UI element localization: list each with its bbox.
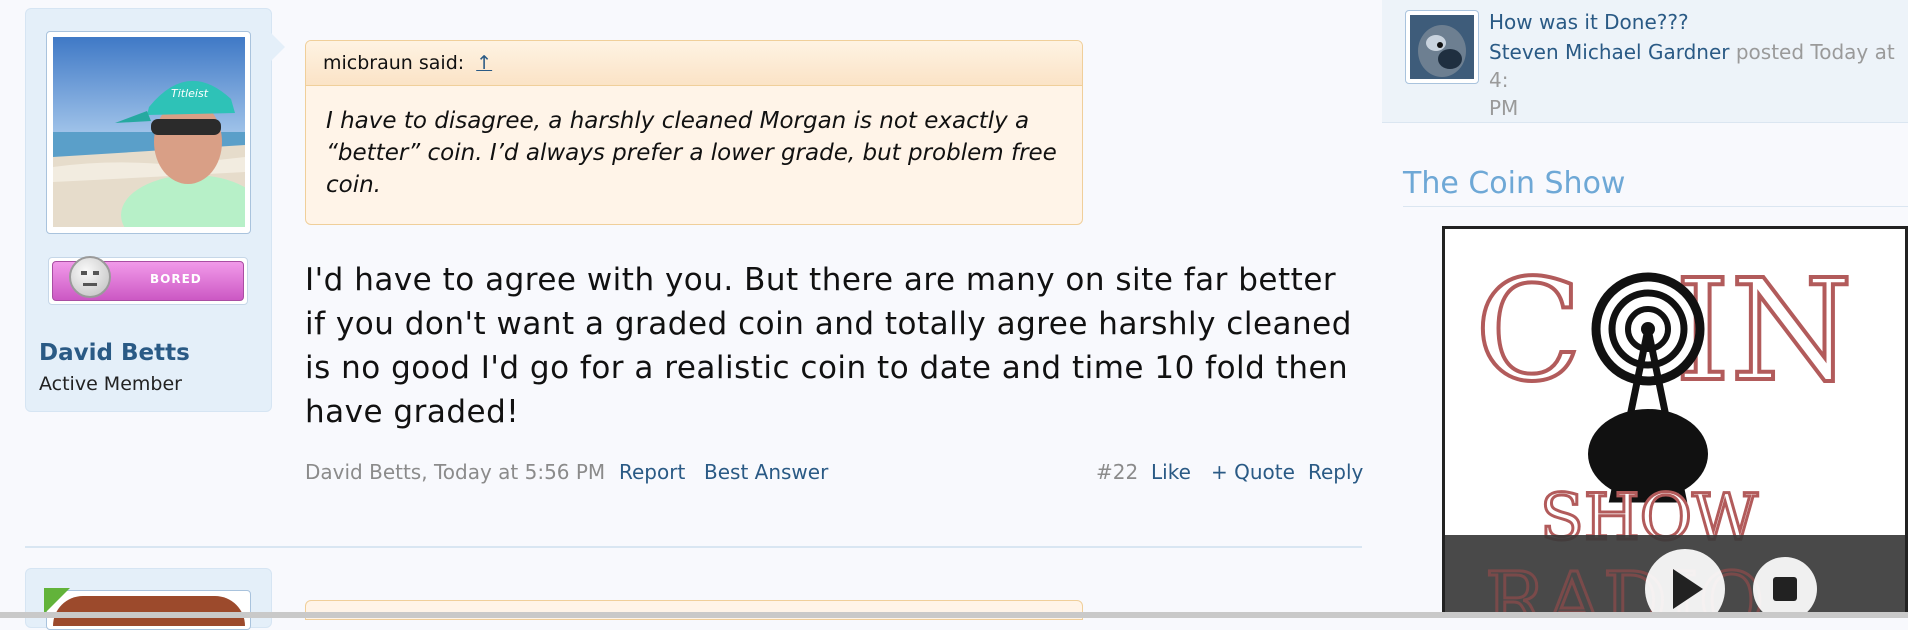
horizontal-scrollbar[interactable]	[0, 612, 1908, 618]
jump-to-quote-icon[interactable]: ↑	[476, 52, 492, 74]
quote-author-label: micbraun said:	[323, 52, 465, 74]
activity-action-wrap: PM	[1489, 96, 1519, 120]
activity-thread-link[interactable]: How was it Done???	[1489, 10, 1689, 34]
next-avatar[interactable]	[53, 596, 245, 626]
user-panel-arrow	[271, 33, 285, 61]
quote-container: micbraun said: ↑ I have to disagree, a h…	[305, 40, 1083, 225]
bored-face-icon	[69, 256, 111, 298]
svg-text:Titleist: Titleist	[171, 87, 209, 100]
activity-description: Steven Michael Gardner posted Today at 4…	[1489, 38, 1908, 122]
post-divider	[25, 546, 1362, 548]
quote-author: micbraun said: ↑	[323, 52, 492, 74]
reply-link[interactable]: Reply	[1308, 460, 1363, 484]
activity-avatar[interactable]	[1410, 15, 1474, 79]
quote-link[interactable]: + Quote	[1211, 460, 1295, 484]
user-title: Active Member	[39, 373, 182, 395]
svg-text:C: C	[1475, 250, 1582, 413]
avatar[interactable]: Titleist	[53, 37, 245, 227]
coin-show-radio-logo-icon: C IN SHOW RADIO	[1445, 229, 1905, 615]
post-number[interactable]: #22	[1096, 460, 1138, 484]
activity-user-link[interactable]: Steven Michael Gardner	[1489, 40, 1730, 64]
coin-show-video[interactable]: C IN SHOW RADIO	[1442, 226, 1908, 618]
report-link[interactable]: Report	[619, 460, 685, 484]
mood-label: BORED	[150, 272, 202, 286]
quote-header: micbraun said: ↑	[306, 41, 1082, 86]
online-indicator-icon	[44, 588, 70, 614]
quote-text: I have to disagree, a harshly cleaned Mo…	[326, 108, 1057, 198]
username-link[interactable]: David Betts	[39, 340, 190, 366]
like-link[interactable]: Like	[1151, 460, 1191, 484]
coin-show-title: The Coin Show	[1403, 166, 1626, 201]
message-text: I'd have to agree with you. But there ar…	[305, 262, 1352, 430]
section-divider	[1403, 206, 1908, 207]
post-meta[interactable]: David Betts, Today at 5:56 PM	[305, 460, 605, 484]
best-answer-link[interactable]: Best Answer	[704, 460, 828, 484]
